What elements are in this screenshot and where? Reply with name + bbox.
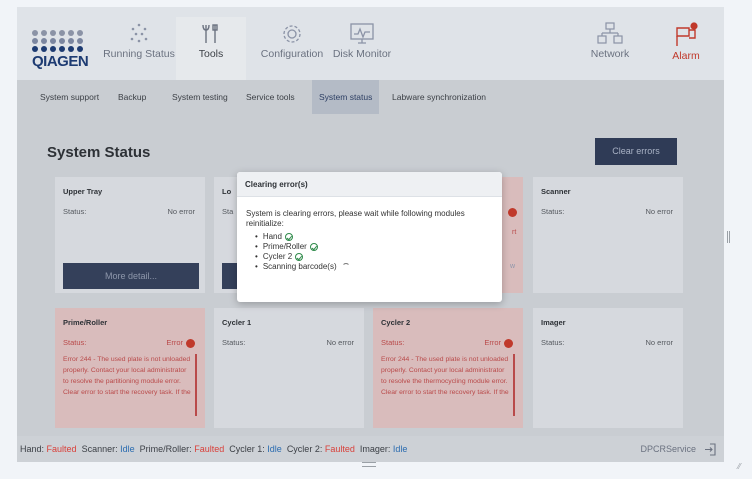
tab-system-support[interactable]: System support [33, 80, 106, 114]
error-indicator-icon [186, 338, 195, 348]
status-label: Status: [63, 207, 87, 216]
card-title: Cycler 2 [381, 318, 411, 327]
status-value: No error [326, 338, 354, 347]
card-title: Scanner [541, 187, 571, 196]
dialog-message: System is clearing errors, please wait w… [246, 209, 465, 228]
module-reinit-list: Hand Prime/Roller Cycler 2 Scanning barc… [255, 232, 350, 272]
list-item: Cycler 2 [255, 252, 350, 262]
qiagen-logo: QIAGEN [32, 30, 89, 75]
status-text: Error [484, 338, 501, 347]
resize-grip-icon[interactable]: ⁄⁄ [738, 462, 741, 471]
tab-system-status[interactable]: System status [312, 80, 380, 114]
error-message: Error 244 - The used plate is not unload… [63, 354, 197, 416]
status-value: No error [645, 207, 673, 216]
module-card-imager: Imager Status: No error [533, 308, 683, 428]
status-label: Status: [222, 338, 246, 347]
logo-dots [32, 30, 87, 52]
status-label: Sta [222, 207, 234, 216]
status-key: Prime/Roller: [139, 444, 192, 454]
check-circle-icon [284, 232, 293, 241]
card-title: Imager [541, 318, 566, 327]
logout-icon[interactable] [704, 443, 717, 456]
clear-errors-button[interactable]: Clear errors [595, 138, 677, 165]
list-item: Scanning barcode(s) [255, 262, 350, 272]
module-card-scanner: Scanner Status: No error [533, 177, 683, 293]
module-card-prime-roller: Prime/Roller Status: Error Error 244 - T… [55, 308, 205, 428]
check-circle-icon [309, 242, 318, 251]
nav-label: Running Status [103, 48, 175, 60]
module-name: Hand [262, 232, 282, 241]
subnav-tabs: System support Backup System testing Ser… [17, 80, 724, 114]
status-text: Error [166, 338, 183, 347]
status-value: Idle [120, 444, 135, 454]
clearing-errors-dialog: Clearing error(s) System is clearing err… [237, 172, 502, 302]
nav-tools[interactable]: Tools [176, 17, 246, 80]
logo-text: QIAGEN [32, 53, 89, 70]
monitor-icon [350, 23, 374, 44]
card-title: Cycler 1 [222, 318, 252, 327]
status-value: Idle [392, 444, 408, 454]
module-name: Cycler 2 [262, 252, 293, 261]
status-key: Cycler 1: [229, 444, 265, 454]
nav-label: Disk Monitor [332, 48, 392, 60]
status-value: No error [645, 338, 673, 347]
error-message: Error 244 - The used plate is not unload… [381, 354, 515, 416]
status-key: Cycler 2: [286, 444, 323, 454]
status-value: No error [167, 207, 195, 216]
module-name: Prime/Roller [262, 242, 307, 251]
tools-icon [202, 24, 218, 43]
alarm-flag-icon [676, 22, 698, 46]
gear-icon [283, 25, 301, 43]
status-label: Status: [381, 338, 405, 347]
status-value: Faulted [46, 444, 77, 454]
card-title: Lo [222, 187, 232, 196]
status-label: Status: [541, 338, 565, 347]
status-key: Hand: [20, 444, 45, 454]
module-card-cycler-1: Cycler 1 Status: No error [214, 308, 364, 428]
nav-running-status[interactable]: Running Status [94, 17, 184, 80]
status-label: Status: [541, 207, 565, 216]
dots-cluster-icon [130, 23, 148, 43]
page-title: System Status [47, 144, 151, 161]
nav-label: Network [590, 48, 630, 60]
tab-labware-synchronization[interactable]: Labware synchronization [385, 80, 493, 114]
module-name: Scanning barcode(s) [262, 262, 337, 271]
check-circle-icon [295, 252, 304, 261]
status-value: Error [484, 338, 513, 348]
status-key: Scanner: [81, 444, 118, 454]
nav-disk-monitor[interactable]: Disk Monitor [317, 17, 407, 80]
status-label: Status: [63, 338, 87, 347]
nav-network[interactable]: Network [577, 17, 643, 80]
partial-text: w [510, 263, 516, 270]
module-card-cycler-2: Cycler 2 Status: Error Error 244 - The u… [373, 308, 523, 428]
nav-label: Alarm [672, 50, 700, 62]
card-title: Upper Tray [63, 187, 103, 196]
current-user: DPCRService [640, 444, 696, 454]
nav-alarm[interactable]: Alarm [653, 17, 719, 80]
nav-label: Tools [198, 48, 224, 60]
more-details-button[interactable]: More detail... [63, 263, 199, 289]
status-value: Faulted [324, 444, 355, 454]
partial-text: rt [512, 229, 517, 236]
list-item: Hand [255, 232, 350, 242]
tab-service-tools[interactable]: Service tools [239, 80, 302, 114]
tab-backup[interactable]: Backup [111, 80, 153, 114]
dialog-title: Clearing error(s) [237, 172, 502, 197]
spinner-icon [341, 262, 350, 271]
module-card-upper-tray: Upper Tray Status: No error More detail.… [55, 177, 205, 293]
tab-system-testing[interactable]: System testing [165, 80, 235, 114]
status-value: Faulted [194, 444, 225, 454]
error-indicator-icon [508, 208, 517, 217]
list-item: Prime/Roller [255, 242, 350, 252]
error-indicator-icon [504, 338, 513, 348]
network-icon [597, 22, 623, 44]
top-navigation-bar: QIAGEN Running Status Tools Configuratio… [17, 7, 724, 80]
status-value: Error [166, 338, 195, 348]
horizontal-resize-handle[interactable] [362, 462, 376, 467]
module-status-bar: Hand: Faulted Scanner: Idle Prime/Roller… [17, 436, 724, 462]
status-key: Imager: [359, 444, 391, 454]
status-value: Idle [267, 444, 282, 454]
vertical-resize-handle[interactable] [727, 231, 730, 243]
card-title: Prime/Roller [63, 318, 108, 327]
